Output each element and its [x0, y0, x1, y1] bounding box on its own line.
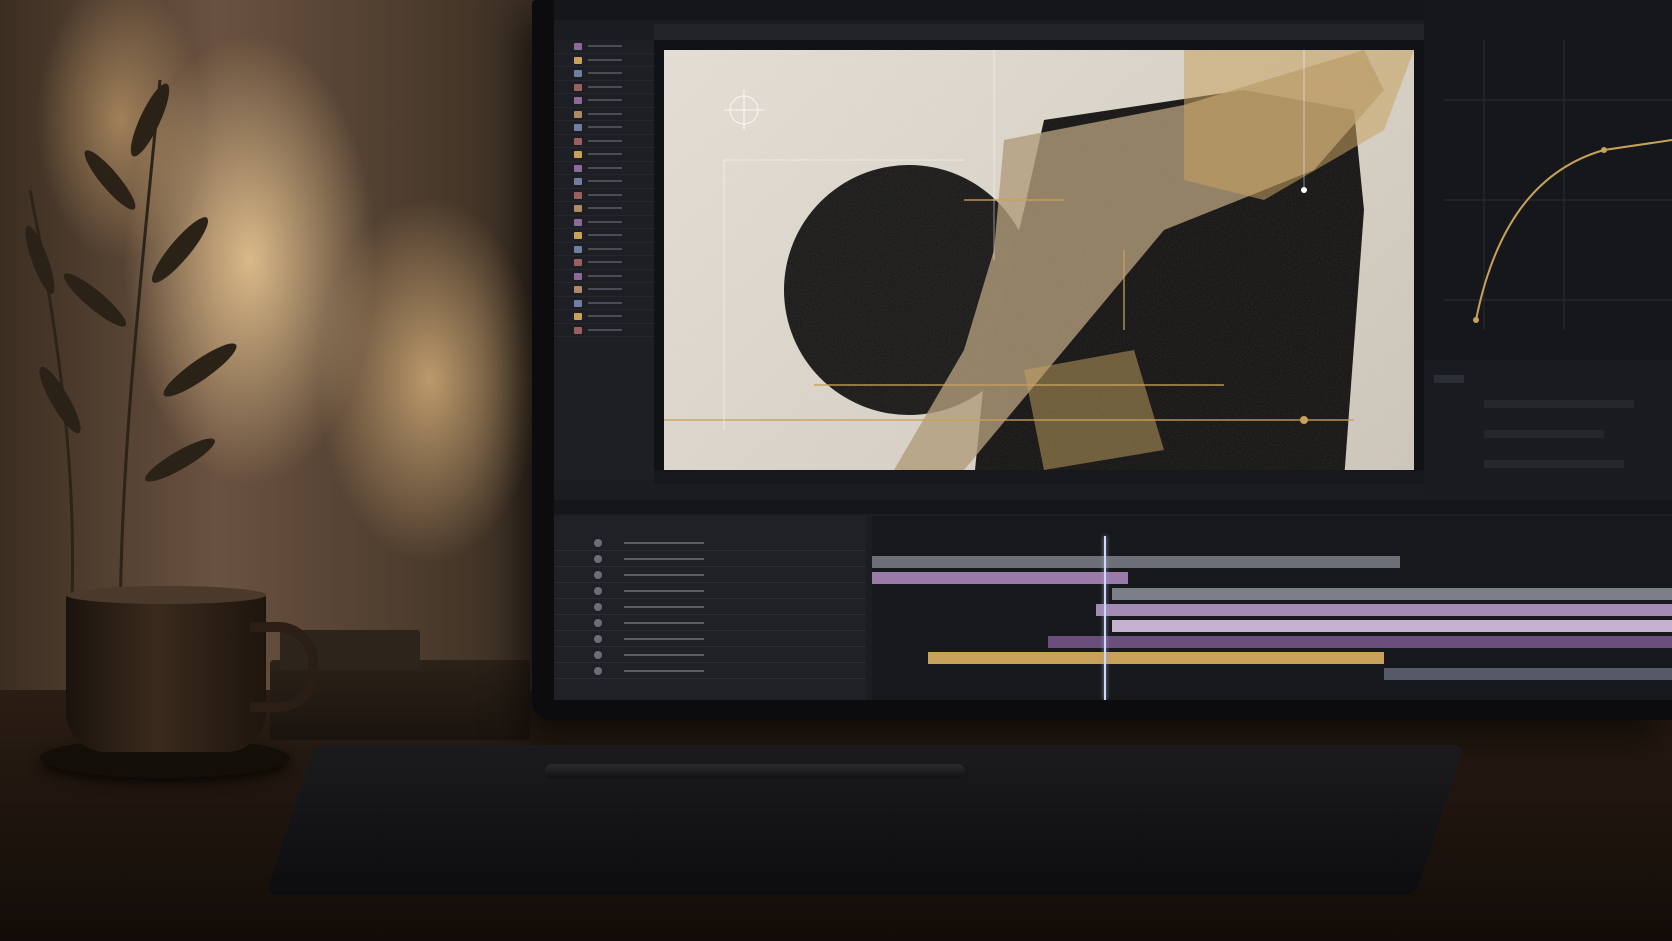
list-item[interactable]	[554, 108, 654, 121]
table-row[interactable]	[554, 648, 866, 663]
list-item[interactable]	[554, 67, 654, 81]
list-item[interactable]	[554, 148, 654, 162]
list-item[interactable]	[554, 283, 654, 297]
timeline-layer-bar[interactable]	[1112, 620, 1672, 632]
graph-editor-panel[interactable]	[1424, 0, 1672, 500]
playhead[interactable]	[1104, 536, 1106, 700]
composition-tab-row[interactable]	[654, 24, 1432, 40]
plant-shadow	[25, 79, 237, 640]
list-item[interactable]	[554, 256, 654, 270]
table-row[interactable]	[554, 584, 866, 599]
composition-viewer[interactable]	[654, 40, 1424, 480]
table-row[interactable]	[554, 536, 866, 551]
monitor	[532, 0, 1672, 720]
coffee-cup	[66, 592, 266, 752]
stylus-pen	[545, 764, 965, 778]
list-item[interactable]	[554, 189, 654, 202]
viewer-toolbar[interactable]	[654, 470, 1424, 484]
list-item[interactable]	[554, 243, 654, 256]
timeline-layer-bar[interactable]	[928, 652, 1384, 664]
list-item[interactable]	[554, 135, 654, 148]
coffee-cup-rim	[66, 586, 266, 604]
timeline-layer-bar[interactable]	[872, 572, 1128, 584]
list-item[interactable]	[554, 162, 654, 175]
list-item[interactable]	[554, 54, 654, 67]
table-row[interactable]	[554, 632, 866, 647]
table-row[interactable]	[554, 616, 866, 631]
table-row[interactable]	[554, 552, 866, 567]
list-item[interactable]	[554, 202, 654, 216]
list-item[interactable]	[554, 229, 654, 243]
table-row[interactable]	[554, 600, 866, 615]
list-item[interactable]	[554, 297, 654, 310]
table-row[interactable]	[554, 568, 866, 583]
list-item[interactable]	[554, 175, 654, 189]
list-item[interactable]	[554, 310, 654, 324]
curve-graph	[1424, 40, 1672, 500]
timeline-tracks[interactable]	[872, 516, 1672, 700]
project-panel	[554, 40, 654, 480]
layer-list[interactable]	[554, 516, 866, 700]
abstract-artwork	[664, 50, 1414, 470]
cup-handle	[250, 622, 318, 712]
list-item[interactable]	[554, 324, 654, 337]
photo-scene	[0, 0, 1672, 941]
list-item[interactable]	[554, 81, 654, 94]
artwork-canvas	[664, 50, 1414, 470]
timeline-layer-bar[interactable]	[1384, 668, 1672, 680]
timeline-panel[interactable]	[554, 500, 1672, 700]
timeline-layer-bar[interactable]	[1096, 604, 1672, 616]
list-item[interactable]	[554, 40, 654, 54]
timeline-tabs[interactable]	[554, 500, 1672, 514]
table-row[interactable]	[554, 664, 866, 679]
timeline-layer-bar[interactable]	[1048, 636, 1672, 648]
list-item[interactable]	[554, 270, 654, 283]
screen	[554, 0, 1672, 700]
list-item[interactable]	[554, 216, 654, 229]
timeline-layer-bar[interactable]	[1112, 588, 1672, 600]
timeline-layer-bar[interactable]	[872, 556, 1400, 568]
list-item[interactable]	[554, 121, 654, 135]
list-item[interactable]	[554, 94, 654, 108]
